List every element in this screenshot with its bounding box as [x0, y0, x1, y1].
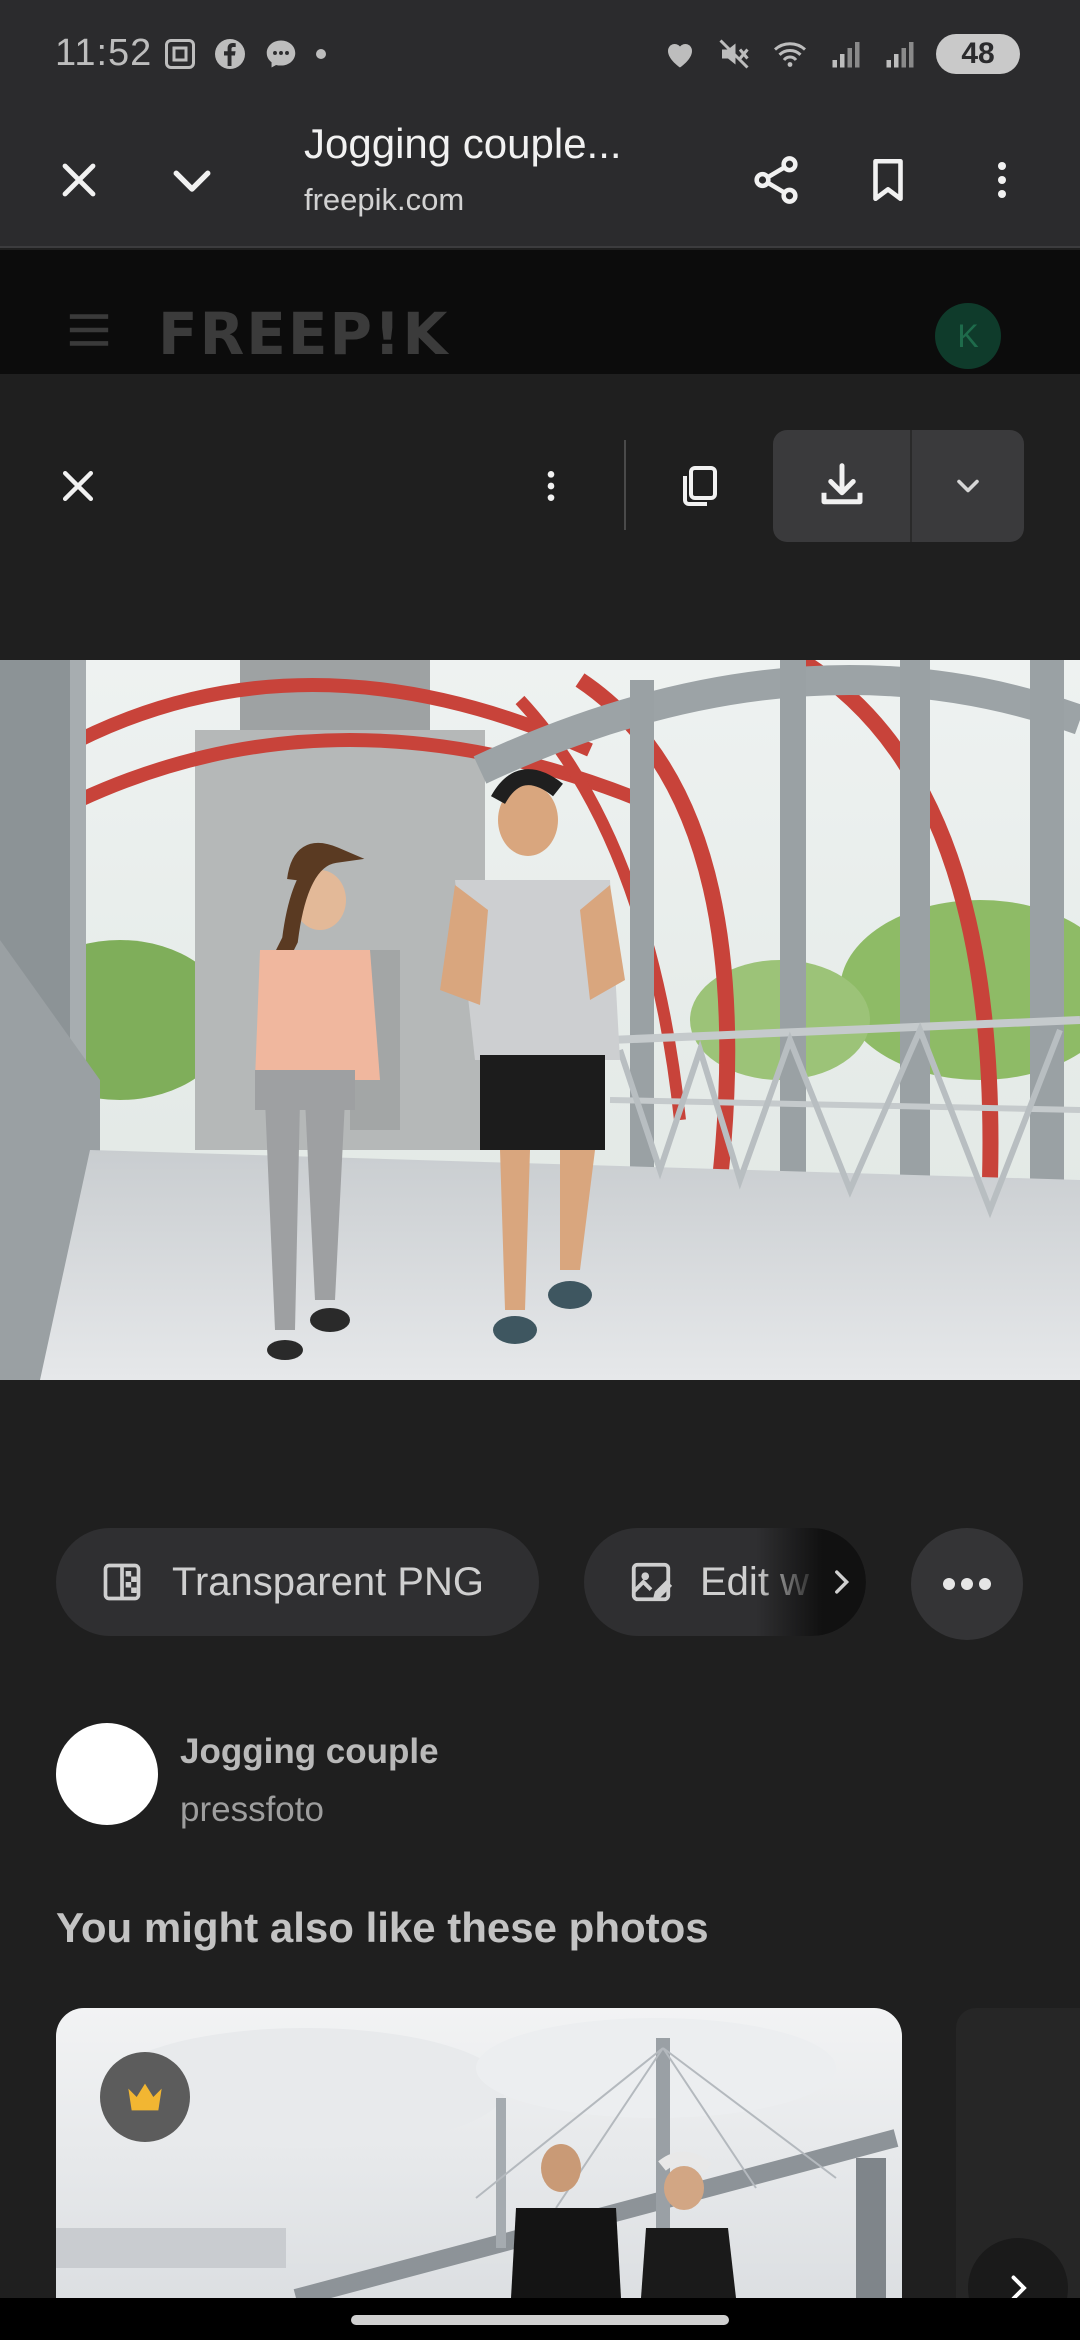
premium-badge [100, 2052, 190, 2142]
signal-icon [886, 42, 914, 68]
related-photo-card[interactable] [56, 2008, 902, 2298]
copy-icon [683, 466, 717, 506]
mute-icon [719, 39, 749, 69]
download-options-button[interactable] [912, 430, 1024, 542]
more-actions-button[interactable] [911, 1528, 1023, 1640]
bookmark-icon [873, 158, 903, 202]
messenger-icon [266, 40, 296, 68]
edit-image-icon [631, 1562, 673, 1602]
tab-url[interactable]: freepik.com [304, 182, 464, 218]
bookmark-button[interactable] [848, 140, 928, 220]
chevron-down-icon [173, 170, 211, 192]
author-avatar[interactable] [56, 1723, 158, 1825]
chevron-down-icon [957, 479, 979, 493]
transparent-png-icon [103, 1563, 141, 1601]
transparent-png-button[interactable]: Transparent PNG [56, 1528, 539, 1636]
overflow-menu-button[interactable] [962, 140, 1042, 220]
share-icon [754, 156, 798, 204]
image-title: Jogging couple [180, 1732, 439, 1771]
copy-button[interactable] [664, 446, 734, 526]
battery-icon: 48 [936, 34, 1020, 74]
main-photo[interactable] [0, 660, 1080, 1380]
toolbar-divider [624, 440, 626, 530]
avatar-letter: K [957, 317, 979, 354]
crown-icon [128, 2083, 162, 2111]
more-vertical-icon [547, 471, 555, 501]
minimize-tab-button[interactable] [152, 140, 232, 220]
close-tab-button[interactable] [39, 140, 119, 220]
signal-icon [832, 42, 860, 68]
wifi-icon [774, 42, 806, 67]
tab-title[interactable]: Jogging couple... [304, 120, 622, 168]
status-icons-right: 48 [662, 34, 1020, 74]
close-icon [62, 163, 96, 197]
download-button[interactable] [773, 430, 910, 542]
close-icon [62, 470, 94, 502]
user-avatar[interactable]: K [935, 303, 1001, 369]
close-viewer-button[interactable] [46, 446, 110, 526]
custom-tab-toolbar: Jogging couple... freepik.com [0, 112, 1080, 248]
dot-icon [316, 49, 326, 59]
edit-button[interactable]: Edit w [584, 1528, 866, 1636]
share-button[interactable] [736, 140, 816, 220]
related-photo-image [56, 2008, 902, 2298]
screenshot-icon [165, 39, 195, 69]
transparent-png-label: Transparent PNG [172, 1559, 484, 1604]
status-time: 11:52 [55, 32, 153, 74]
heart-icon [667, 43, 693, 68]
home-gesture-handle[interactable] [351, 2315, 729, 2325]
chip-scroll-fade [756, 1528, 866, 1636]
more-vertical-icon [998, 162, 1006, 198]
viewer-more-button[interactable] [520, 446, 582, 526]
status-bar: 11:52 48 [0, 0, 1080, 112]
status-icons-left [162, 36, 328, 72]
download-icon [821, 463, 862, 505]
battery-level: 48 [961, 37, 995, 70]
related-section-heading: You might also like these photos [56, 1904, 709, 1951]
author-name[interactable]: pressfoto [180, 1790, 324, 1830]
chevron-right-icon[interactable] [824, 1562, 858, 1602]
freepik-logo[interactable]: FREEP!K [158, 300, 449, 368]
more-horizontal-icon [943, 1578, 991, 1590]
hamburger-menu-icon[interactable] [66, 310, 112, 350]
facebook-icon [215, 39, 245, 69]
jogging-couple-image [0, 660, 1080, 1380]
download-button-group [773, 430, 1024, 542]
